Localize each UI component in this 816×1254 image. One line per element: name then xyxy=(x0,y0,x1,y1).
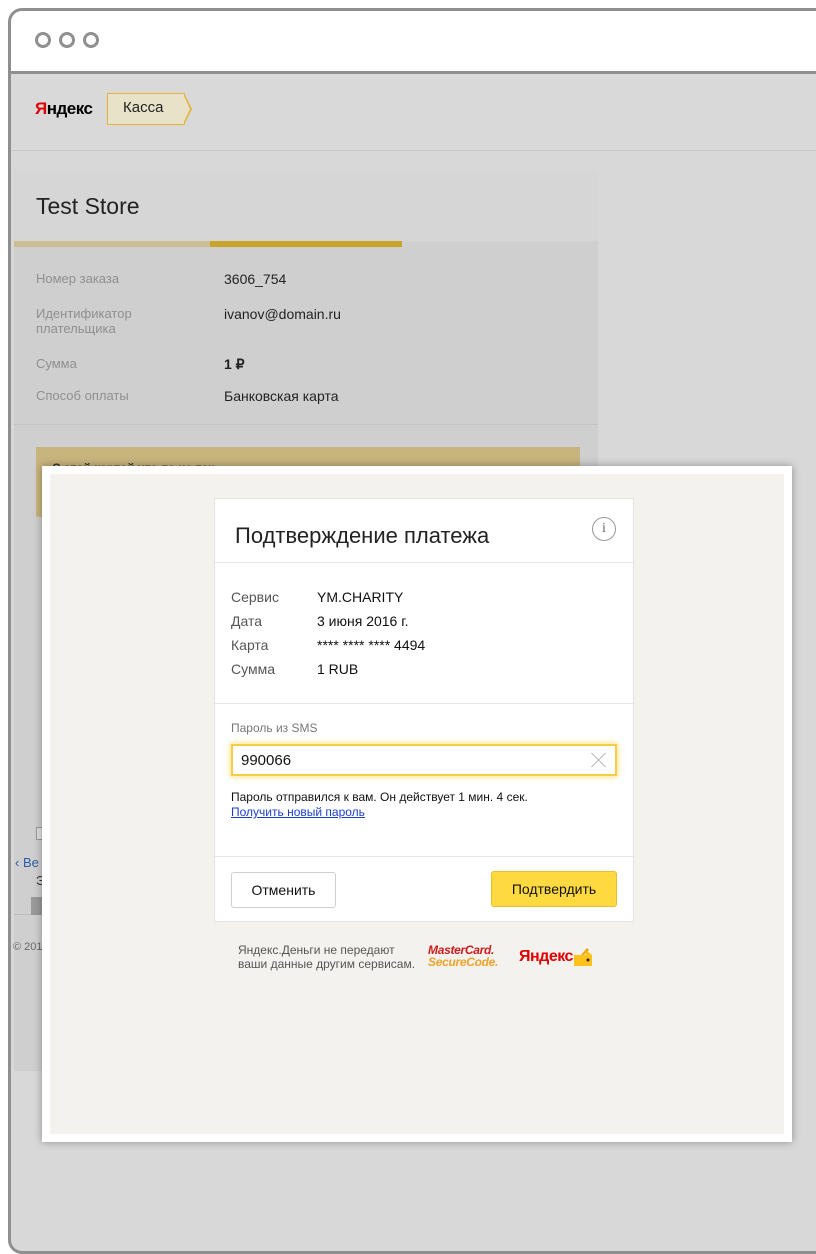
divider xyxy=(215,562,633,563)
sms-password-label: Пароль из SMS xyxy=(231,721,318,735)
order-row-label: Идентификатор плательщика xyxy=(36,306,132,336)
detail-value: YM.CHARITY xyxy=(317,589,404,605)
store-title: Test Store xyxy=(36,193,140,219)
detail-label: Карта xyxy=(231,637,269,653)
wallet-icon-body xyxy=(574,950,592,966)
window-dot-icon[interactable] xyxy=(35,32,51,48)
copyright-text: © 201 xyxy=(13,941,43,953)
logo-ya: Я xyxy=(35,99,47,118)
dialog-title: Подтверждение платежа xyxy=(235,523,490,548)
order-row-value: 3606_754 xyxy=(224,271,287,287)
detail-value: 3 июня 2016 г. xyxy=(317,613,409,629)
detail-label: Сумма xyxy=(231,661,275,677)
yandex-logo[interactable]: Яндекс xyxy=(35,99,93,119)
order-row-label: Способ оплаты xyxy=(36,388,129,403)
window-dot-icon[interactable] xyxy=(83,32,99,48)
order-row-value: 1 ₽ xyxy=(224,356,245,372)
site-header: Яндекс Касса xyxy=(11,74,816,151)
clear-icon[interactable] xyxy=(591,752,607,768)
cancel-button[interactable]: Отменить xyxy=(231,872,336,908)
detail-label: Сервис xyxy=(231,589,279,605)
progress-step-2 xyxy=(210,241,402,247)
order-row-value: Банковская карта xyxy=(224,388,339,404)
payment-confirmation-overlay: Подтверждение платежа i Сервис YM.CHARIT… xyxy=(42,466,792,1142)
get-new-password-link[interactable]: Получить новый пароль xyxy=(231,805,365,819)
sms-password-input[interactable]: 990066 xyxy=(231,744,617,776)
logo-rest: ндекс xyxy=(46,99,93,118)
order-row-label: Номер заказа xyxy=(36,271,120,286)
sms-password-value: 990066 xyxy=(241,752,292,769)
kassa-tab-arrow-inner xyxy=(183,94,190,124)
divider xyxy=(215,856,633,857)
payment-progress-bar xyxy=(14,241,598,247)
progress-step-1 xyxy=(14,241,210,247)
mastercard-securecode-logo: MasterCard. SecureCode. xyxy=(428,944,498,968)
wallet-icon xyxy=(574,948,592,966)
mastercard-logo-line2: SecureCode. xyxy=(428,955,499,969)
detail-value: **** **** **** 4494 xyxy=(317,637,426,653)
back-link[interactable]: ‹ Ве xyxy=(15,855,39,870)
store-title-area: Test Store xyxy=(14,171,598,241)
window-dot-icon[interactable] xyxy=(59,32,75,48)
detail-label: Дата xyxy=(231,613,263,629)
privacy-note: Яндекс.Деньги не передают ваши данные др… xyxy=(238,943,416,971)
info-icon[interactable]: i xyxy=(592,517,616,541)
password-sent-notice: Пароль отправился к вам. Он действует 1 … xyxy=(231,790,528,804)
divider xyxy=(215,703,633,704)
confirm-button[interactable]: Подтвердить xyxy=(491,871,617,907)
yandex-money-logo: Яндекс xyxy=(519,948,573,965)
browser-titlebar xyxy=(11,11,816,74)
order-row-label: Сумма xyxy=(36,356,77,371)
detail-value: 1 RUB xyxy=(317,661,359,677)
kassa-tab-label: Касса xyxy=(123,99,164,116)
sms-confirmation-dialog: Подтверждение платежа i Сервис YM.CHARIT… xyxy=(214,498,634,922)
order-row-value: ivanov@domain.ru xyxy=(224,306,341,322)
overlay-background: Подтверждение платежа i Сервис YM.CHARIT… xyxy=(50,474,784,1134)
divider xyxy=(14,424,598,425)
wallet-icon-dot xyxy=(586,958,590,962)
